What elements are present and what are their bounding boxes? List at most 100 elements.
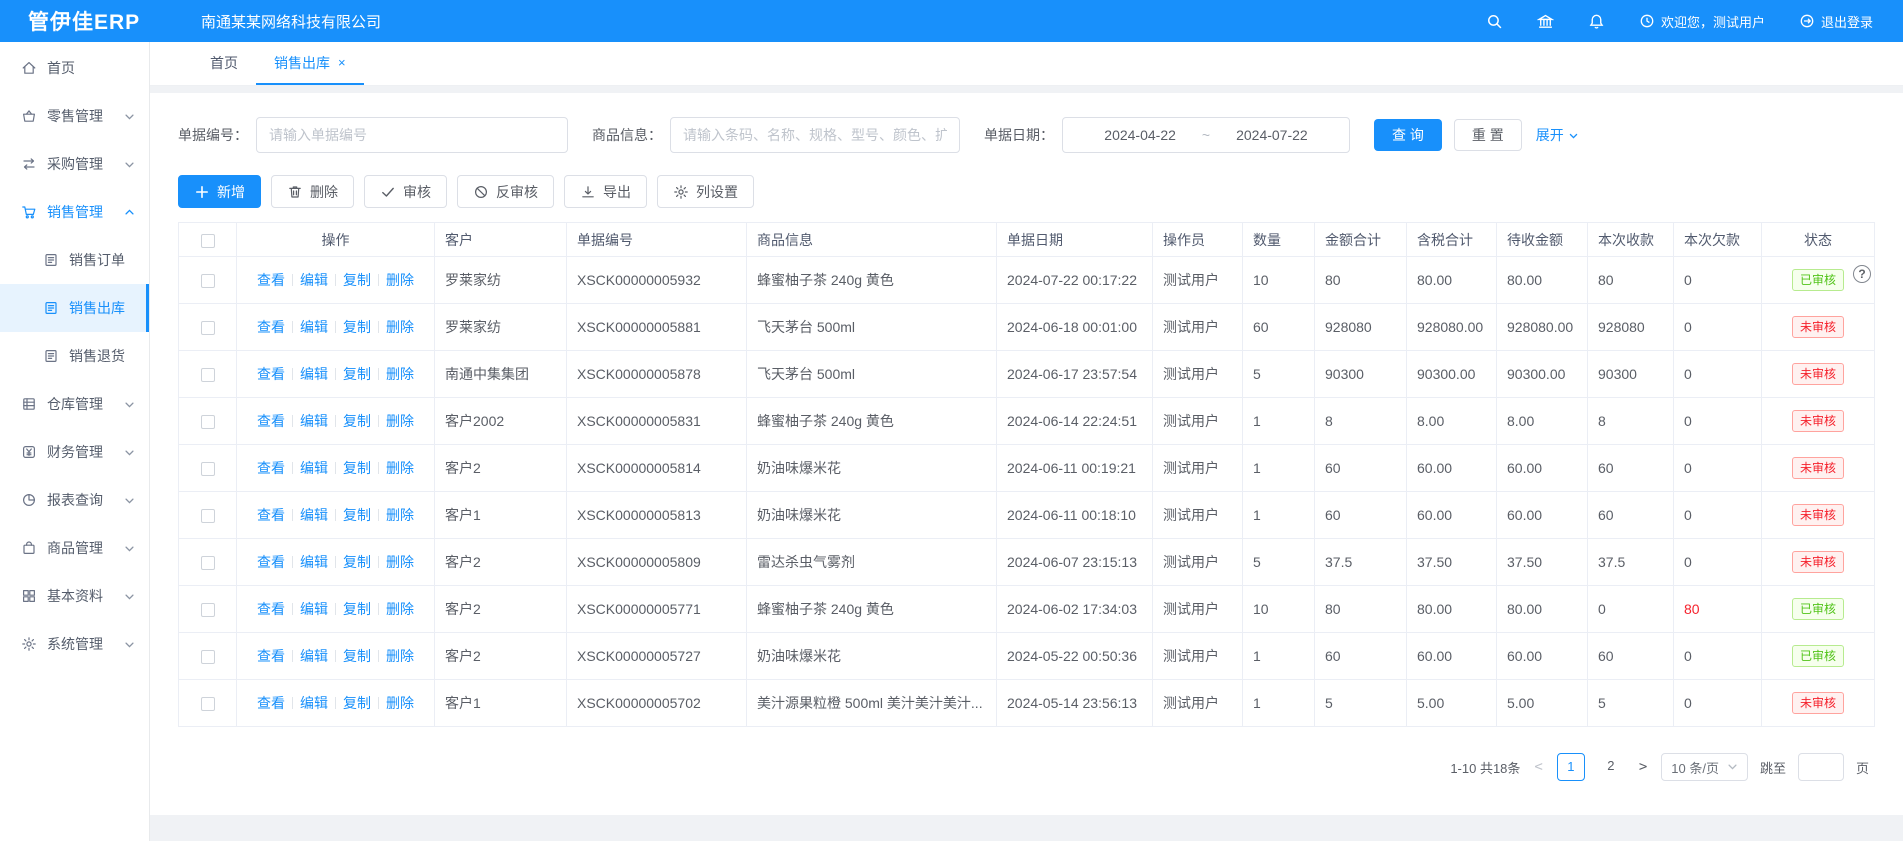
delete-button[interactable]: 删除: [271, 175, 354, 208]
question-circle-icon[interactable]: ?: [1853, 265, 1871, 283]
date-label: 单据日期：: [984, 125, 1054, 145]
welcome-user[interactable]: 欢迎您，测试用户: [1639, 12, 1765, 31]
audit-button[interactable]: 审核: [364, 175, 447, 208]
row-checkbox[interactable]: [201, 650, 215, 664]
action-view[interactable]: 查看: [257, 460, 285, 476]
action-delete[interactable]: 删除: [386, 319, 414, 335]
export-button[interactable]: 导出: [564, 175, 647, 208]
prev-page-button[interactable]: <: [1532, 759, 1544, 775]
sidebar-item-purchase[interactable]: 采购管理: [0, 140, 149, 188]
divider: [335, 603, 336, 615]
jump-page-input[interactable]: [1798, 753, 1844, 781]
date-start[interactable]: 2024-04-22: [1104, 127, 1176, 143]
row-checkbox[interactable]: [201, 509, 215, 523]
action-delete[interactable]: 删除: [386, 695, 414, 711]
action-copy[interactable]: 复制: [343, 272, 371, 288]
sidebar-item-home[interactable]: 首页: [0, 44, 149, 92]
search-icon[interactable]: [1486, 13, 1503, 30]
row-checkbox[interactable]: [201, 556, 215, 570]
expand-toggle[interactable]: 展开: [1536, 125, 1579, 145]
cell-receivable: 60.00: [1497, 492, 1588, 539]
action-edit[interactable]: 编辑: [300, 460, 328, 476]
columns-button[interactable]: 列设置: [657, 175, 754, 208]
sidebar-item-system[interactable]: 系统管理: [0, 620, 149, 668]
action-delete[interactable]: 删除: [386, 366, 414, 382]
action-copy[interactable]: 复制: [343, 648, 371, 664]
action-edit[interactable]: 编辑: [300, 648, 328, 664]
order-no-input[interactable]: [256, 117, 568, 153]
logout-button[interactable]: 退出登录: [1799, 12, 1873, 31]
action-copy[interactable]: 复制: [343, 554, 371, 570]
action-delete[interactable]: 删除: [386, 460, 414, 476]
sidebar-item-retail[interactable]: 零售管理: [0, 92, 149, 140]
sidebar-item-basic[interactable]: 基本资料: [0, 572, 149, 620]
action-delete[interactable]: 删除: [386, 413, 414, 429]
action-view[interactable]: 查看: [257, 413, 285, 429]
cell-customer: 客户2002: [435, 398, 567, 445]
action-edit[interactable]: 编辑: [300, 272, 328, 288]
sidebar-item-warehouse[interactable]: 仓库管理: [0, 380, 149, 428]
action-view[interactable]: 查看: [257, 319, 285, 335]
action-edit[interactable]: 编辑: [300, 319, 328, 335]
tab-sales-outbound[interactable]: 销售出库×: [256, 42, 364, 85]
bell-icon[interactable]: [1588, 13, 1605, 30]
close-icon[interactable]: ×: [338, 55, 346, 70]
row-checkbox[interactable]: [201, 415, 215, 429]
action-edit[interactable]: 编辑: [300, 507, 328, 523]
cell-received: 80: [1588, 257, 1674, 304]
reset-button[interactable]: 重 置: [1454, 119, 1522, 151]
sidebar-item-sales-return[interactable]: 销售退货: [0, 332, 149, 380]
row-checkbox[interactable]: [201, 697, 215, 711]
action-view[interactable]: 查看: [257, 554, 285, 570]
sidebar-item-product[interactable]: 商品管理: [0, 524, 149, 572]
row-checkbox[interactable]: [201, 321, 215, 335]
page-button-1[interactable]: 1: [1557, 753, 1585, 781]
add-button[interactable]: 新增: [178, 175, 261, 208]
action-view[interactable]: 查看: [257, 272, 285, 288]
action-edit[interactable]: 编辑: [300, 695, 328, 711]
next-page-button[interactable]: >: [1637, 759, 1649, 775]
action-copy[interactable]: 复制: [343, 366, 371, 382]
action-delete[interactable]: 删除: [386, 648, 414, 664]
search-button[interactable]: 查 询: [1374, 119, 1442, 151]
action-copy[interactable]: 复制: [343, 413, 371, 429]
action-delete[interactable]: 删除: [386, 507, 414, 523]
date-end[interactable]: 2024-07-22: [1236, 127, 1308, 143]
action-copy[interactable]: 复制: [343, 460, 371, 476]
action-copy[interactable]: 复制: [343, 601, 371, 617]
unaudit-button[interactable]: 反审核: [457, 175, 554, 208]
action-copy[interactable]: 复制: [343, 319, 371, 335]
action-delete[interactable]: 删除: [386, 272, 414, 288]
table-row: 查看编辑复制删除客户2XSCK00000005814奶油味爆米花2024-06-…: [179, 445, 1875, 492]
cell-actions: 查看编辑复制删除: [237, 633, 435, 680]
sidebar-item-sales-order[interactable]: 销售订单: [0, 236, 149, 284]
page-size-select[interactable]: 10 条/页: [1661, 753, 1748, 781]
sidebar-item-finance[interactable]: 财务管理: [0, 428, 149, 476]
sidebar-item-sales-outbound[interactable]: 销售出库: [0, 284, 149, 332]
product-info-input[interactable]: [670, 117, 960, 153]
action-edit[interactable]: 编辑: [300, 413, 328, 429]
action-view[interactable]: 查看: [257, 366, 285, 382]
tab-home[interactable]: 首页: [192, 42, 256, 85]
sidebar-item-sales[interactable]: 销售管理: [0, 188, 149, 236]
bank-icon[interactable]: [1537, 13, 1554, 30]
sidebar-item-report[interactable]: 报表查询: [0, 476, 149, 524]
date-range-picker[interactable]: 2024-04-22 ~ 2024-07-22: [1062, 117, 1350, 153]
action-delete[interactable]: 删除: [386, 554, 414, 570]
action-edit[interactable]: 编辑: [300, 366, 328, 382]
action-view[interactable]: 查看: [257, 601, 285, 617]
row-checkbox[interactable]: [201, 368, 215, 382]
action-view[interactable]: 查看: [257, 648, 285, 664]
row-checkbox[interactable]: [201, 462, 215, 476]
action-copy[interactable]: 复制: [343, 695, 371, 711]
row-checkbox[interactable]: [201, 603, 215, 617]
action-view[interactable]: 查看: [257, 507, 285, 523]
action-edit[interactable]: 编辑: [300, 554, 328, 570]
action-delete[interactable]: 删除: [386, 601, 414, 617]
action-copy[interactable]: 复制: [343, 507, 371, 523]
page-button-2[interactable]: 2: [1597, 753, 1625, 781]
action-edit[interactable]: 编辑: [300, 601, 328, 617]
action-view[interactable]: 查看: [257, 695, 285, 711]
select-all-checkbox[interactable]: [201, 234, 215, 248]
row-checkbox[interactable]: [201, 274, 215, 288]
